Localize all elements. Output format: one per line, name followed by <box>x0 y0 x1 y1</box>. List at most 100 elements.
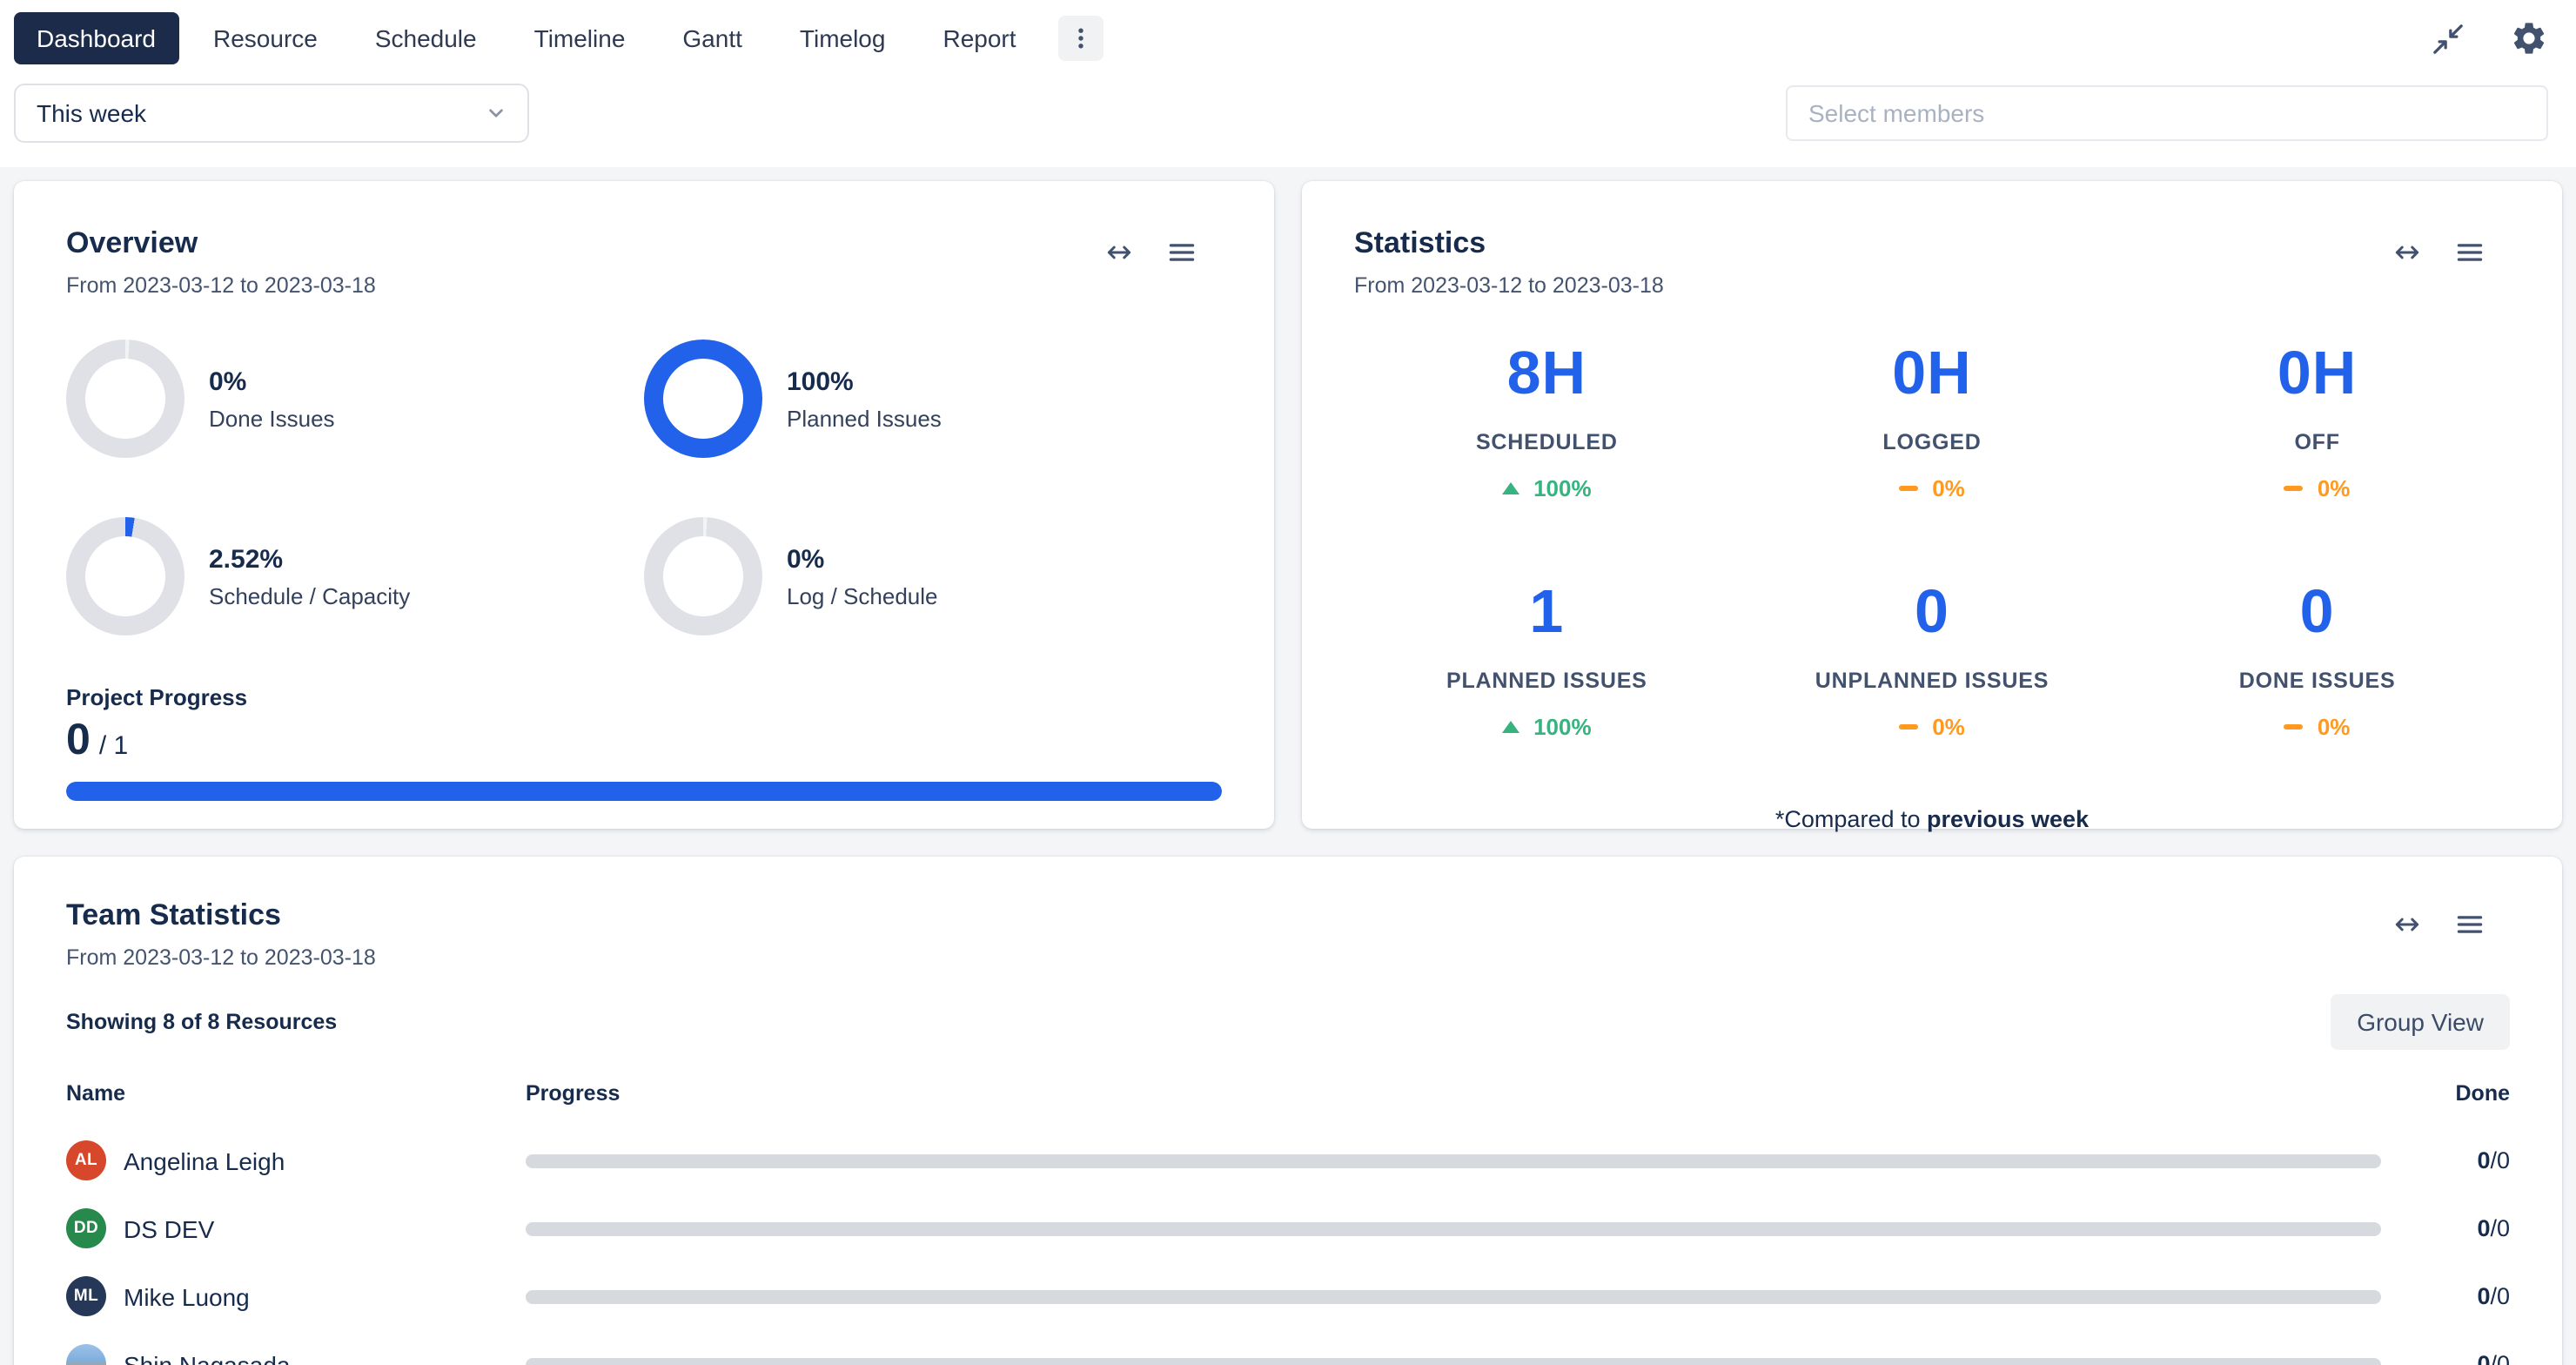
avatar <box>66 1344 106 1365</box>
vertical-ellipsis-icon <box>1067 24 1095 52</box>
progress-total-count: / 1 <box>99 731 128 761</box>
resource-name: Shin Nagasada <box>124 1350 291 1365</box>
widget-menu-button[interactable] <box>2454 909 2485 940</box>
stat-off: 0H OFF 0% <box>2124 340 2510 501</box>
done-count: 0/0 <box>2409 1283 2510 1309</box>
table-row: ML Mike Luong 0/0 <box>66 1262 2510 1330</box>
settings-button[interactable] <box>2510 19 2548 57</box>
period-select[interactable]: This week <box>14 84 529 143</box>
resource-name: DS DEV <box>124 1214 214 1242</box>
horizontal-arrows-icon <box>2392 909 2423 940</box>
progress-done-count: 0 <box>66 716 91 764</box>
resource-name: Mike Luong <box>124 1282 250 1310</box>
statistics-grid: 8H SCHEDULED 100% 0H LOGGED 0% 0H OFF 0% <box>1354 340 2510 740</box>
filter-bar: This week <box>0 77 2576 167</box>
progress-track <box>526 1289 2381 1303</box>
hamburger-menu-icon <box>2454 237 2485 268</box>
column-header-name: Name <box>66 1081 498 1106</box>
collapse-button[interactable] <box>2432 22 2465 55</box>
trend-icon <box>2284 486 2304 491</box>
app-root: Dashboard Resource Schedule Timeline Gan… <box>0 0 2576 1365</box>
stat-value: 0H <box>1740 340 2125 409</box>
resize-widget-button[interactable] <box>2392 909 2423 940</box>
stat-delta: 0% <box>1740 475 2125 501</box>
top-nav-bar: Dashboard Resource Schedule Timeline Gan… <box>0 0 2576 77</box>
stat-label: DONE ISSUES <box>2124 669 2510 693</box>
chevron-down-icon <box>482 99 510 127</box>
statistics-date-range: From 2023-03-12 to 2023-03-18 <box>1354 273 1664 298</box>
dashboard-main: Overview From 2023-03-12 to 2023-03-18 <box>0 167 2576 1365</box>
donut-planned-issues: 100% Planned Issues <box>644 340 1222 458</box>
donut-label: Done Issues <box>209 405 335 431</box>
stat-planned-issues: 1 PLANNED ISSUES 100% <box>1354 578 1740 740</box>
stat-value: 1 <box>1354 578 1740 648</box>
donut-value: 2.52% <box>209 544 410 574</box>
tab-resource[interactable]: Resource <box>191 12 340 64</box>
donut-label: Planned Issues <box>787 405 942 431</box>
donut-chart <box>644 340 762 458</box>
tab-schedule[interactable]: Schedule <box>352 12 500 64</box>
stat-label: OFF <box>2124 430 2510 454</box>
horizontal-arrows-icon <box>1104 237 1135 268</box>
members-filter <box>1786 85 2548 141</box>
resize-widget-button[interactable] <box>2392 237 2423 268</box>
stat-done-issues: 0 DONE ISSUES 0% <box>2124 578 2510 740</box>
widget-menu-button[interactable] <box>1166 237 1197 268</box>
main-tabs: Dashboard Resource Schedule Timeline Gan… <box>14 12 1104 64</box>
select-members-input[interactable] <box>1786 85 2548 141</box>
team-statistics-card: Team Statistics From 2023-03-12 to 2023-… <box>14 857 2562 1365</box>
donut-chart <box>644 517 762 635</box>
stat-unplanned-issues: 0 UNPLANNED ISSUES 0% <box>1740 578 2125 740</box>
stat-label: SCHEDULED <box>1354 430 1740 454</box>
project-progress-count: 0 / 1 <box>66 716 1222 766</box>
collapse-arrows-icon <box>2432 22 2465 55</box>
trend-icon <box>2284 724 2304 730</box>
tab-timeline[interactable]: Timeline <box>512 12 648 64</box>
stat-value: 8H <box>1354 340 1740 409</box>
stat-delta: 0% <box>2124 714 2510 740</box>
donut-value: 0% <box>209 366 335 396</box>
done-count: 0/0 <box>2409 1215 2510 1241</box>
tab-timelog[interactable]: Timelog <box>777 12 909 64</box>
stat-label: LOGGED <box>1740 430 2125 454</box>
table-row: AL Angelina Leigh 0/0 <box>66 1126 2510 1194</box>
column-header-progress: Progress <box>526 1081 2381 1106</box>
top-nav-actions <box>2432 19 2548 57</box>
team-table-header: Name Progress Done <box>66 1067 2510 1126</box>
column-header-done: Done <box>2409 1081 2510 1106</box>
hamburger-menu-icon <box>1166 237 1197 268</box>
stat-delta: 0% <box>2124 475 2510 501</box>
stat-scheduled: 8H SCHEDULED 100% <box>1354 340 1740 501</box>
tab-report[interactable]: Report <box>920 12 1038 64</box>
stat-delta: 100% <box>1354 475 1740 501</box>
progress-track <box>526 1153 2381 1167</box>
comparison-footnote: *Compared to previous week <box>1354 806 2510 832</box>
gear-icon <box>2510 19 2548 57</box>
project-progress-bar <box>66 782 1222 801</box>
overview-donut-grid: 0% Done Issues 100% Planned Issues 2.52%… <box>66 340 1222 635</box>
donut-chart <box>66 340 184 458</box>
tab-dashboard[interactable]: Dashboard <box>14 12 178 64</box>
team-date-range: From 2023-03-12 to 2023-03-18 <box>66 945 376 970</box>
team-table: Name Progress Done AL Angelina Leigh 0/0… <box>66 1067 2510 1365</box>
tab-gantt[interactable]: Gantt <box>660 12 765 64</box>
donut-schedule-capacity: 2.52% Schedule / Capacity <box>66 517 644 635</box>
trend-icon <box>1899 486 1918 491</box>
resize-widget-button[interactable] <box>1104 237 1135 268</box>
overview-card: Overview From 2023-03-12 to 2023-03-18 <box>14 181 1274 829</box>
stat-value: 0 <box>1740 578 2125 648</box>
donut-label: Schedule / Capacity <box>209 582 410 609</box>
project-progress-label: Project Progress <box>66 684 1222 710</box>
showing-resources-text: Showing 8 of 8 Resources <box>66 1010 337 1034</box>
avatar: AL <box>66 1140 106 1180</box>
trend-icon <box>1502 482 1519 494</box>
more-tabs-button[interactable] <box>1058 16 1104 61</box>
stat-value: 0 <box>2124 578 2510 648</box>
donut-value: 0% <box>787 544 937 574</box>
overview-title: Overview <box>66 226 376 261</box>
project-progress-fill <box>66 782 1222 801</box>
done-count: 0/0 <box>2409 1147 2510 1173</box>
widget-menu-button[interactable] <box>2454 237 2485 268</box>
group-view-button[interactable]: Group View <box>2331 994 2510 1050</box>
project-progress: Project Progress 0 / 1 <box>66 684 1222 801</box>
